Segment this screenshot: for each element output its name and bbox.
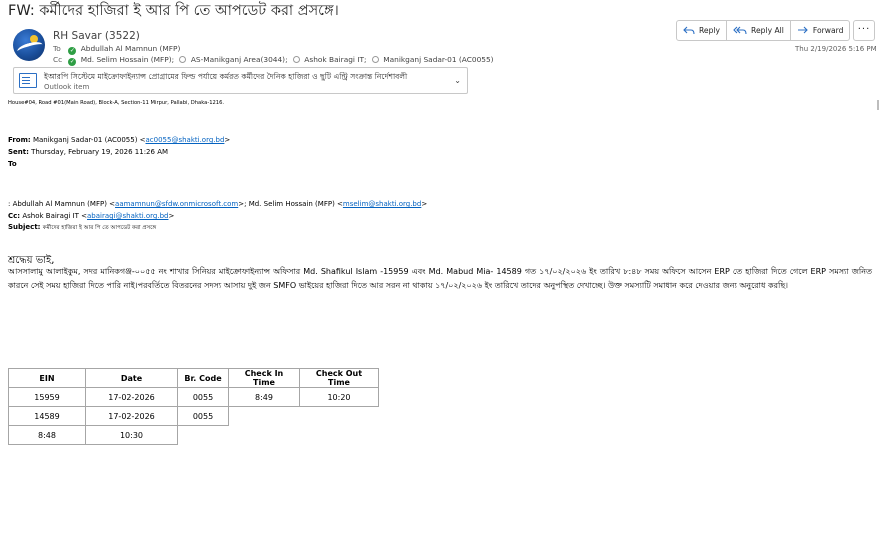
cc-label: Cc xyxy=(53,55,63,64)
column-header: Br. Code xyxy=(177,368,229,388)
from-line: From: Manikganj Sadar-01 (AC0055) <ac005… xyxy=(8,136,230,144)
cc-body-end: > xyxy=(168,212,175,220)
sent-value: Thursday, February 19, 2026 11:26 AM xyxy=(31,148,169,156)
from-email-link[interactable]: ac0055@shakti.org.bd xyxy=(146,136,225,144)
table-row: 14589 17-02-2026 0055 xyxy=(8,406,379,426)
subject-body-label: Subject: xyxy=(8,223,41,231)
forward-label: Forward xyxy=(812,26,844,35)
reply-label: Reply xyxy=(699,26,721,35)
table-cell: 0055 xyxy=(177,387,229,407)
cc-email-link[interactable]: abairagi@shakti.org.bd xyxy=(87,212,168,220)
table-header-row: EIN Date Br. Code Check In Time Check Ou… xyxy=(8,368,379,388)
presence-offline-icon xyxy=(292,56,300,63)
cc-recipient[interactable]: Md. Selim Hossain (MFP); xyxy=(81,55,174,64)
cc-recipient[interactable]: Ashok Bairagi IT; xyxy=(304,55,366,64)
cc-body-name: Ashok Bairagi IT < xyxy=(22,212,88,220)
presence-available-icon: ✓ xyxy=(68,58,77,66)
subject-body-line: Subject: কর্মীদের হাজিরা ই আর পি তে আপডে… xyxy=(8,223,156,233)
table-cell: 8:49 xyxy=(228,387,300,407)
reply-all-button[interactable]: Reply All xyxy=(726,21,790,40)
cc-body-line: Cc: Ashok Bairagi IT <abairagi@shakti.or… xyxy=(8,212,174,220)
cc-body-label: Cc: xyxy=(8,212,21,220)
presence-offline-icon xyxy=(371,56,379,63)
attachment-type: Outlook item xyxy=(44,83,90,91)
body-paragraph: আসসালামু আলাইকুম, সদর মানিকগঞ্জ-০০৫৫ নং … xyxy=(8,267,872,290)
more-actions-button[interactable]: ··· xyxy=(853,20,875,41)
table-cell: 17-02-2026 xyxy=(85,406,178,426)
table-cell-empty xyxy=(178,426,229,445)
sent-label: Sent: xyxy=(8,148,29,156)
attachment-card[interactable]: ইআরপি সিস্টেমে মাইক্রোফাইন্যান্স প্রোগ্র… xyxy=(13,67,468,94)
received-date: Thu 2/19/2026 5:16 PM xyxy=(795,45,877,53)
table-cell-empty xyxy=(300,407,379,426)
table-cell: 15959 xyxy=(8,387,86,407)
to-line-prefix: : Abdullah Al Mamnun (MFP) < xyxy=(8,200,116,208)
chevron-down-icon[interactable]: ⌄ xyxy=(454,76,461,85)
to-header-label: To xyxy=(8,160,17,168)
reply-button[interactable]: Reply xyxy=(677,21,726,40)
to-label: To xyxy=(53,44,61,53)
table-cell-empty xyxy=(229,426,300,445)
column-header: Date xyxy=(85,368,178,388)
table-row: 8:48 10:30 xyxy=(8,425,379,445)
cc-recipient[interactable]: Manikganj Sadar-01 (AC0055) xyxy=(383,55,493,64)
from-label: From: xyxy=(8,136,31,144)
column-header: EIN xyxy=(8,368,86,388)
table-cell-empty xyxy=(300,426,379,445)
reply-all-icon xyxy=(733,26,747,35)
subject-body-value: কর্মীদের হাজিরা ই আর পি তে আপডেট করা প্র… xyxy=(42,225,157,231)
table-cell-empty xyxy=(229,407,300,426)
presence-available-icon: ✓ xyxy=(68,47,77,55)
table-cell: 0055 xyxy=(177,406,229,426)
reply-icon xyxy=(683,26,695,35)
from-end: > xyxy=(224,136,231,144)
to-email-link-2[interactable]: mselim@shakti.org.bd xyxy=(343,200,421,208)
to-recipient[interactable]: Abdullah Al Mamnun (MFP) xyxy=(81,44,181,53)
to-line-end: > xyxy=(421,200,428,208)
to-recipients-line: : Abdullah Al Mamnun (MFP) <aamamnun@sfd… xyxy=(8,200,427,208)
table-cell: 17-02-2026 xyxy=(85,387,178,407)
sent-line: Sent: Thursday, February 19, 2026 11:26 … xyxy=(8,148,168,156)
column-header: Check In Time xyxy=(228,368,300,388)
column-header: Check Out Time xyxy=(299,368,379,388)
table-cell: 10:30 xyxy=(85,425,178,445)
forward-button[interactable]: Forward xyxy=(789,21,850,40)
from-name: Manikganj Sadar-01 (AC0055) < xyxy=(32,136,146,144)
cc-recipient[interactable]: AS-Manikganj Area(3044); xyxy=(191,55,288,64)
scrollbar-thumb[interactable] xyxy=(877,100,879,110)
presence-offline-icon xyxy=(179,56,187,63)
attachment-title: ইআরপি সিস্টেমে মাইক্রোফাইন্যান্স প্রোগ্র… xyxy=(44,72,408,81)
forward-icon xyxy=(797,26,808,34)
to-line-mid: >; Md. Selim Hossain (MFP) < xyxy=(238,200,343,208)
cc-line: Cc ✓ Md. Selim Hossain (MFP); AS-Manikga… xyxy=(53,55,496,66)
to-email-link-1[interactable]: aamamnun@sfdw.onmicrosoft.com xyxy=(115,200,238,208)
attendance-table: EIN Date Br. Code Check In Time Check Ou… xyxy=(8,368,379,445)
email-subject: FW: কর্মীদের হাজিরা ই আর পি তে আপডেট করা… xyxy=(8,3,339,19)
signature-address: House#04, Road #01(Main Road), Block-A, … xyxy=(8,100,225,106)
outlook-item-icon xyxy=(19,73,37,88)
table-cell: 8:48 xyxy=(8,425,86,445)
table-cell: 14589 xyxy=(8,406,86,426)
to-line: To ✓ Abdullah Al Mamnun (MFP) xyxy=(53,44,182,55)
sender-avatar[interactable] xyxy=(13,29,45,61)
reply-actions: Reply Reply All Forward xyxy=(676,20,851,41)
table-cell: 10:20 xyxy=(299,387,379,407)
reply-all-label: Reply All xyxy=(751,26,784,35)
sender-name[interactable]: RH Savar (3522) xyxy=(53,30,140,42)
table-row: 15959 17-02-2026 0055 8:49 10:20 xyxy=(8,387,379,407)
avatar-logo-swoosh xyxy=(16,39,44,57)
